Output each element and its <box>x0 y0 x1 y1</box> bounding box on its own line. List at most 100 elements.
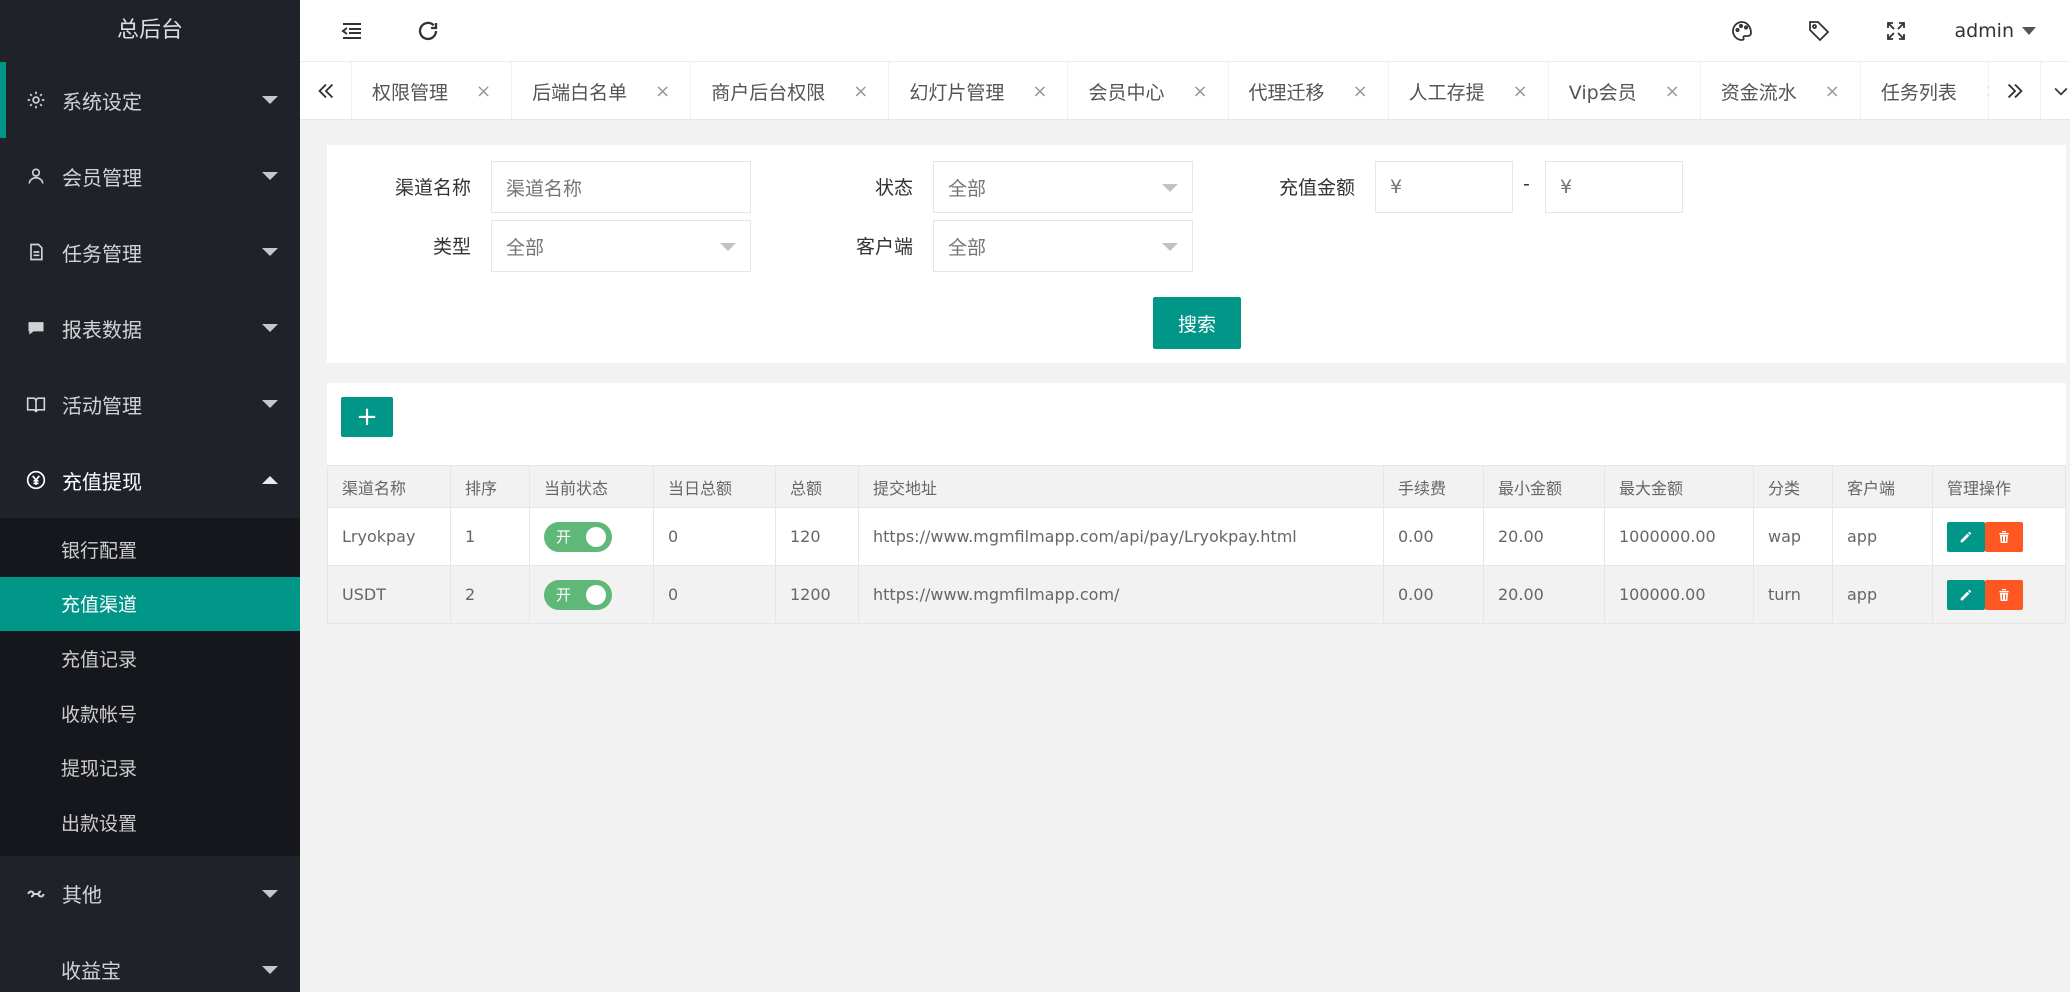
tabs-scroll-left-icon[interactable] <box>300 62 352 119</box>
tag-icon[interactable] <box>1805 0 1833 62</box>
sidebar-subitem-payout-settings[interactable]: 出款设置 <box>0 795 300 850</box>
close-icon[interactable]: × <box>1192 81 1207 102</box>
theme-icon[interactable] <box>1728 0 1756 62</box>
page-tabs: 权限管理 × 后端白名单 × 商户后台权限 × 幻灯片管理 × 会员中心 × 代理迁移 × … <box>300 62 2070 120</box>
tab[interactable]: 资金流水 × <box>1701 62 1861 119</box>
cell-actions <box>1932 565 2066 624</box>
top-header: admin <box>300 0 2070 62</box>
tab-label: 权限管理 <box>372 81 449 104</box>
chevron-down-icon <box>262 400 278 408</box>
amount-max-input[interactable]: ¥ <box>1545 161 1683 213</box>
cell-sort: 2 <box>450 565 530 624</box>
tab[interactable]: 会员中心 × <box>1068 62 1229 119</box>
tab-label: 人工存提 <box>1408 81 1485 104</box>
channel-name-input[interactable]: 渠道名称 <box>491 161 751 213</box>
chevron-down-icon <box>262 172 278 180</box>
edit-button[interactable] <box>1947 579 1985 610</box>
tab[interactable]: 后端白名单 × <box>512 62 692 119</box>
type-select[interactable]: 全部 <box>491 220 751 272</box>
username: admin <box>1954 20 2014 42</box>
delete-button[interactable] <box>1985 521 2023 552</box>
table-row: USDT 2 开 0 1200 https://www.mgmfilmapp.c… <box>327 565 2066 624</box>
column-header[interactable]: 管理操作 <box>1932 465 2066 508</box>
column-header[interactable]: 分类 <box>1753 465 1833 508</box>
gear-icon <box>26 90 46 110</box>
tab[interactable]: 人工存提 × <box>1389 62 1549 119</box>
cell-client: app <box>1832 565 1933 624</box>
chat-icon <box>26 318 46 338</box>
cell-today-total: 0 <box>653 507 776 566</box>
sidebar-item-earnings[interactable]: 收益宝 <box>0 932 300 992</box>
close-icon[interactable]: × <box>1513 81 1528 102</box>
channel-table-card: + 渠道名称 排序 当前状态 当日总额 总额 提交地址 手续费 最小金额 最大金… <box>327 383 2066 624</box>
close-icon[interactable]: × <box>853 81 868 102</box>
cell-category: turn <box>1753 565 1833 624</box>
status-toggle[interactable]: 开 <box>544 521 612 552</box>
tab[interactable]: 幻灯片管理 × <box>889 62 1069 119</box>
sidebar-item-label: 其他 <box>62 883 102 908</box>
close-icon[interactable]: × <box>1353 81 1368 102</box>
close-icon[interactable]: × <box>1665 81 1680 102</box>
sidebar-item-member-management[interactable]: 会员管理 <box>0 138 300 214</box>
close-icon[interactable]: × <box>655 81 670 102</box>
client-select[interactable]: 全部 <box>933 220 1193 272</box>
sidebar-item-activity-management[interactable]: 活动管理 <box>0 366 300 442</box>
tab[interactable]: Vip会员 × <box>1549 62 1701 119</box>
caret-down-icon <box>2022 27 2036 35</box>
sidebar-subitem-recharge-record[interactable]: 充值记录 <box>0 631 300 686</box>
tabs-scroll-right-icon[interactable] <box>1988 62 2040 119</box>
user-menu[interactable]: admin <box>1954 0 2036 62</box>
sidebar-item-recharge-withdraw[interactable]: 充值提现 <box>0 442 300 518</box>
sidebar-item-task-management[interactable]: 任务管理 <box>0 214 300 290</box>
range-separator: - <box>1523 173 1530 195</box>
tab-list: 权限管理 × 后端白名单 × 商户后台权限 × 幻灯片管理 × 会员中心 × 代理迁移 × … <box>352 62 2070 119</box>
tab-label: 会员中心 <box>1088 81 1165 104</box>
status-toggle-label: 开 <box>556 586 572 604</box>
tabs-dropdown-icon[interactable] <box>2040 62 2070 119</box>
close-icon[interactable]: × <box>1825 81 1840 102</box>
sidebar-item-other[interactable]: 其他 <box>0 856 300 932</box>
chevron-down-icon <box>262 96 278 104</box>
column-header[interactable]: 最大金额 <box>1604 465 1754 508</box>
tab-label: 幻灯片管理 <box>909 81 1005 104</box>
column-header[interactable]: 当前状态 <box>529 465 654 508</box>
refresh-icon[interactable] <box>414 0 442 62</box>
sidebar-subitem-recharge-channel[interactable]: 充值渠道 <box>0 576 300 632</box>
sidebar-subitem-withdraw-record[interactable]: 提现记录 <box>0 740 300 795</box>
column-header[interactable]: 手续费 <box>1383 465 1484 508</box>
chevron-down-icon <box>262 324 278 332</box>
tab[interactable]: 商户后台权限 × <box>691 62 890 119</box>
user-icon <box>26 166 46 186</box>
column-header[interactable]: 客户端 <box>1832 465 1933 508</box>
column-header[interactable]: 渠道名称 <box>327 465 451 508</box>
close-icon[interactable]: × <box>476 81 491 102</box>
sidebar-item-system-settings[interactable]: 系统设定 <box>0 62 300 138</box>
tab[interactable]: 权限管理 × <box>352 62 513 119</box>
sidebar-subitem-receiving-account[interactable]: 收款帐号 <box>0 686 300 741</box>
link-icon <box>26 884 46 904</box>
table-row: Lryokpay 1 开 0 120 https://www.mgmfilmap… <box>327 507 2066 566</box>
sidebar-subitem-bank-config[interactable]: 银行配置 <box>0 522 300 577</box>
edit-button[interactable] <box>1947 521 1985 552</box>
tab[interactable]: 代理迁移 × <box>1229 62 1389 119</box>
close-icon[interactable]: × <box>1032 81 1047 102</box>
column-header[interactable]: 提交地址 <box>858 465 1384 508</box>
menu-fold-icon[interactable] <box>338 0 366 62</box>
column-header[interactable]: 最小金额 <box>1483 465 1605 508</box>
status-select[interactable]: 全部 <box>933 161 1193 213</box>
amount-min-input[interactable]: ¥ <box>1375 161 1513 213</box>
cell-client: app <box>1832 507 1933 566</box>
status-toggle-label: 开 <box>556 528 572 546</box>
fullscreen-icon[interactable] <box>1882 0 1910 62</box>
column-header[interactable]: 排序 <box>450 465 530 508</box>
chevron-down-icon <box>1162 243 1178 251</box>
column-header[interactable]: 当日总额 <box>653 465 776 508</box>
column-header[interactable]: 总额 <box>775 465 859 508</box>
sidebar-item-report-data[interactable]: 报表数据 <box>0 290 300 366</box>
tab-label: 后端白名单 <box>532 81 628 104</box>
chevron-down-icon <box>262 965 278 974</box>
delete-button[interactable] <box>1985 579 2023 610</box>
search-button[interactable]: 搜索 <box>1153 297 1241 349</box>
status-toggle[interactable]: 开 <box>544 579 612 610</box>
add-button[interactable]: + <box>341 397 393 437</box>
